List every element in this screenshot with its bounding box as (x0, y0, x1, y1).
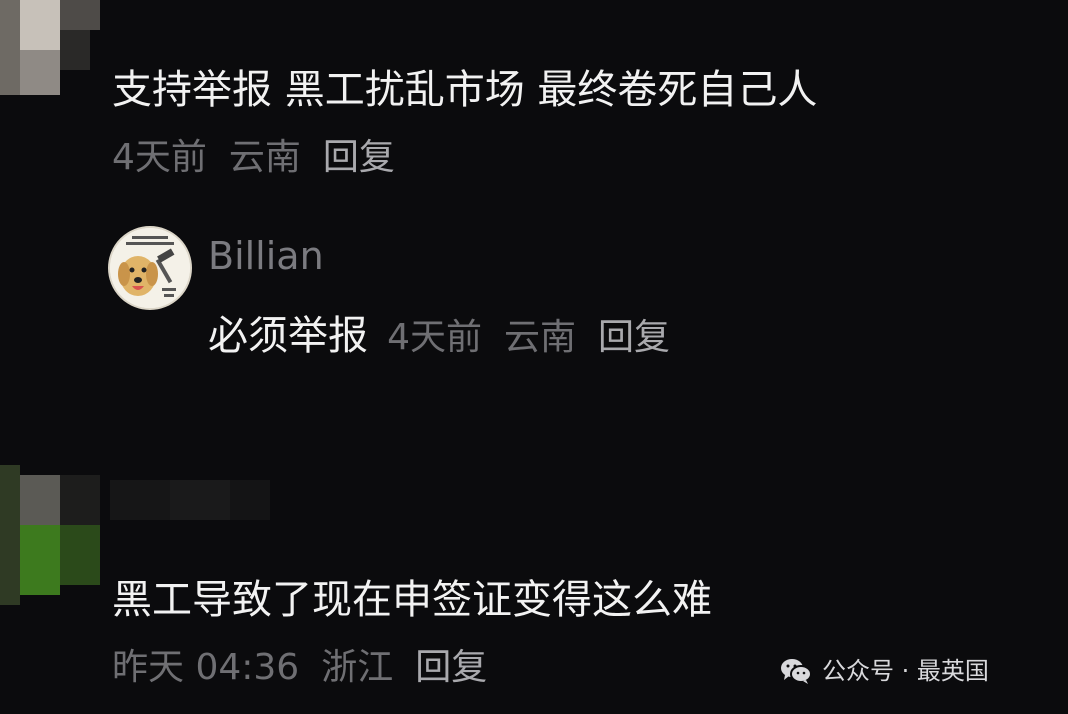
avatar-blurred[interactable] (0, 465, 110, 605)
username-blurred[interactable] (110, 480, 270, 520)
comment-1: 支持举报 黑工扰乱市场 最终卷死自己人 4天前 云南 回复 (0, 0, 1068, 190)
watermark-text: 公众号 · 最英国 (822, 657, 989, 685)
comment-time: 昨天 04:36 (112, 647, 300, 688)
comment-location: 浙江 (321, 647, 394, 688)
avatar-blurred[interactable] (0, 0, 100, 95)
reply-button[interactable]: 回复 (415, 647, 487, 688)
comment-location: 云南 (228, 137, 301, 178)
watermark: 公众号 · 最英国 (780, 655, 989, 687)
comment-meta: 昨天 04:36 浙江 回复 (112, 646, 509, 690)
comment-text: 必须举报 (208, 313, 368, 359)
comment-text: 支持举报 黑工扰乱市场 最终卷死自己人 (112, 67, 818, 113)
reply-button[interactable]: 回复 (323, 137, 395, 178)
comment-location: 云南 (504, 317, 577, 358)
avatar[interactable] (108, 226, 192, 310)
comment-text: 黑工导致了现在申签证变得这么难 (112, 577, 712, 623)
comment-body: 必须举报 4天前 云南 回复 (208, 312, 692, 360)
comment-time: 4天前 (112, 137, 207, 178)
wechat-icon (781, 659, 812, 684)
dog-avatar-icon (110, 228, 190, 308)
username[interactable]: Billian (208, 234, 324, 278)
comment-time: 4天前 (387, 317, 482, 358)
comment-meta: 4天前 云南 回复 (112, 136, 417, 180)
reply-button[interactable]: 回复 (598, 317, 670, 358)
comment-2: Billian 必须举报 4天前 云南 回复 (100, 220, 1000, 370)
